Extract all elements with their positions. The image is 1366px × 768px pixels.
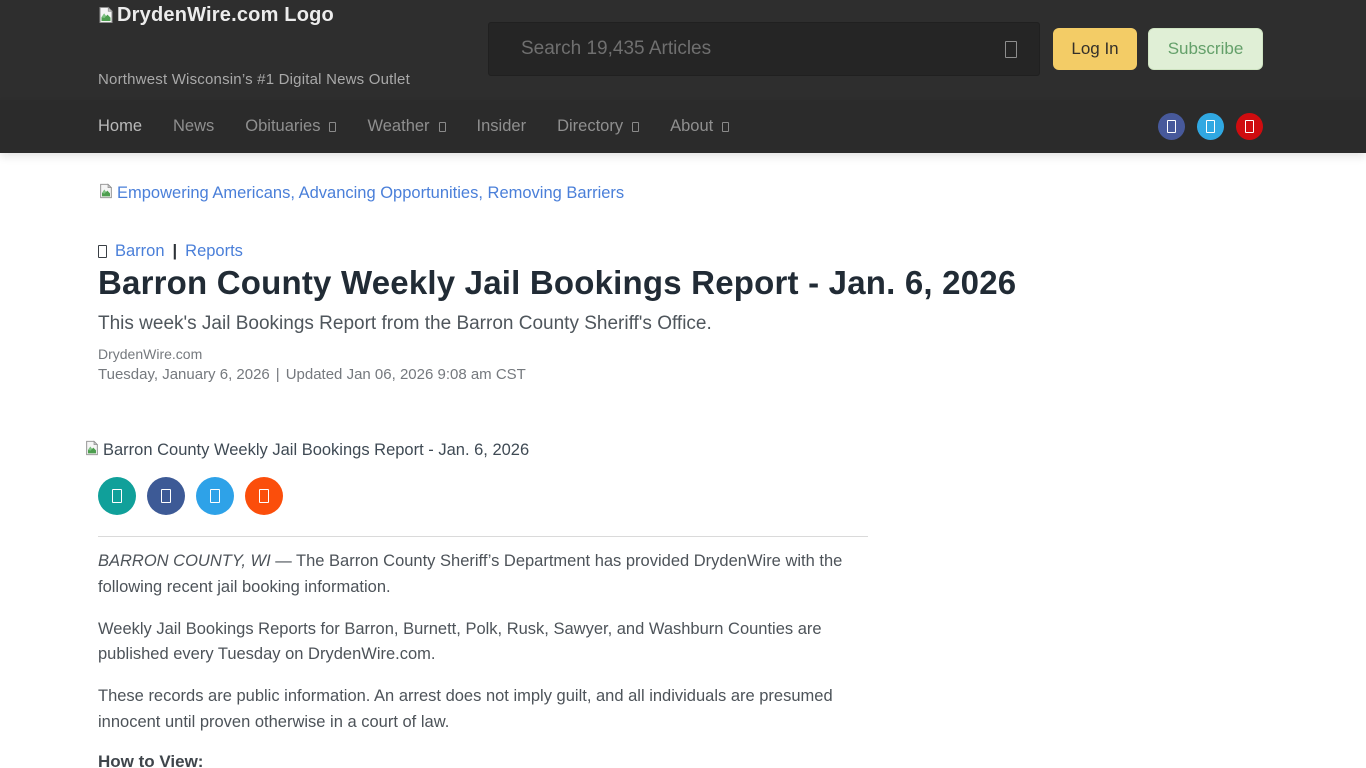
nav-social-links [1158, 113, 1263, 140]
article-paragraph: BARRON COUNTY, WI — The Barron County Sh… [98, 549, 868, 601]
search-input[interactable] [521, 38, 1005, 60]
folder-icon [98, 245, 107, 258]
broken-image-icon [97, 6, 115, 30]
nav-item-about[interactable]: About [670, 117, 729, 136]
article-image-alt-text: Barron County Weekly Jail Bookings Repor… [103, 441, 529, 460]
nav-label: News [173, 117, 214, 136]
nav-item-news[interactable]: News [173, 117, 214, 136]
twitter-icon [1206, 120, 1215, 133]
article-image: Barron County Weekly Jail Bookings Repor… [84, 439, 1268, 461]
caret-down-icon [329, 122, 336, 132]
login-button[interactable]: Log In [1053, 28, 1137, 70]
twitter-icon [210, 489, 220, 503]
article-paragraph: These records are public information. An… [98, 684, 868, 736]
share-button[interactable] [98, 477, 136, 515]
caret-down-icon [439, 122, 446, 132]
nav-label: Obituaries [245, 117, 320, 136]
nav-item-weather[interactable]: Weather [367, 117, 445, 136]
publish-date: Tuesday, January 6, 2026 [98, 366, 270, 383]
breadcrumb-separator: | [173, 242, 178, 261]
search-icon[interactable] [1005, 41, 1017, 58]
article-dateline: Tuesday, January 6, 2026 | Updated Jan 06,… [98, 366, 1268, 384]
twitter-share-button[interactable] [196, 477, 234, 515]
facebook-share-button[interactable] [147, 477, 185, 515]
reddit-icon [259, 489, 269, 503]
nav-item-directory[interactable]: Directory [557, 117, 639, 136]
breadcrumb: Barron | Reports [98, 240, 1268, 262]
share-buttons [98, 477, 1268, 515]
main-navbar: Home News Obituaries Weather Insider Dir… [0, 100, 1366, 153]
nav-item-obituaries[interactable]: Obituaries [245, 117, 336, 136]
howto-heading: How to View: [98, 752, 1268, 768]
nav-label: Weather [367, 117, 429, 136]
share-icon [112, 489, 122, 503]
banner-link-text: Empowering Americans, Advancing Opportun… [117, 184, 624, 203]
article-paragraph: Weekly Jail Bookings Reports for Barron,… [98, 617, 868, 669]
banner-ad-link[interactable]: Empowering Americans, Advancing Opportun… [98, 183, 1268, 203]
subscribe-button[interactable]: Subscribe [1148, 28, 1263, 70]
breadcrumb-category-link[interactable]: Barron [115, 242, 165, 261]
site-header: DrydenWire.com Logo Northwest Wisconsin’… [0, 0, 1366, 100]
article-byline: DrydenWire.com [98, 345, 1268, 363]
nav-label: Home [98, 117, 142, 136]
nav-label: Insider [477, 117, 527, 136]
broken-image-icon [98, 183, 114, 204]
twitter-link[interactable] [1197, 113, 1224, 140]
caret-down-icon [722, 122, 729, 132]
facebook-icon [1167, 120, 1176, 133]
dateline-separator: | [276, 366, 280, 383]
youtube-icon [1245, 120, 1254, 133]
article-subtitle: This week's Jail Bookings Report from th… [98, 312, 1268, 336]
search-box[interactable] [488, 22, 1040, 76]
nav-label: Directory [557, 117, 623, 136]
site-logo[interactable]: DrydenWire.com Logo [97, 4, 334, 30]
broken-image-icon [84, 440, 100, 461]
reddit-share-button[interactable] [245, 477, 283, 515]
facebook-icon [161, 489, 171, 503]
nav-menu: Home News Obituaries Weather Insider Dir… [98, 100, 729, 153]
nav-item-insider[interactable]: Insider [477, 117, 527, 136]
article-content: Empowering Americans, Advancing Opportun… [98, 183, 1268, 768]
logo-alt-text: DrydenWire.com Logo [117, 4, 334, 27]
content-divider [98, 536, 868, 537]
dateline-lead: BARRON COUNTY, WI [98, 552, 271, 570]
page-title: Barron County Weekly Jail Bookings Repor… [98, 263, 1268, 303]
youtube-link[interactable] [1236, 113, 1263, 140]
facebook-link[interactable] [1158, 113, 1185, 140]
breadcrumb-section-link[interactable]: Reports [185, 242, 243, 261]
nav-label: About [670, 117, 713, 136]
site-tagline: Northwest Wisconsin’s #1 Digital News Ou… [98, 71, 410, 88]
caret-down-icon [632, 122, 639, 132]
nav-item-home[interactable]: Home [98, 117, 142, 136]
updated-date: Updated Jan 06, 2026 9:08 am CST [286, 366, 526, 383]
